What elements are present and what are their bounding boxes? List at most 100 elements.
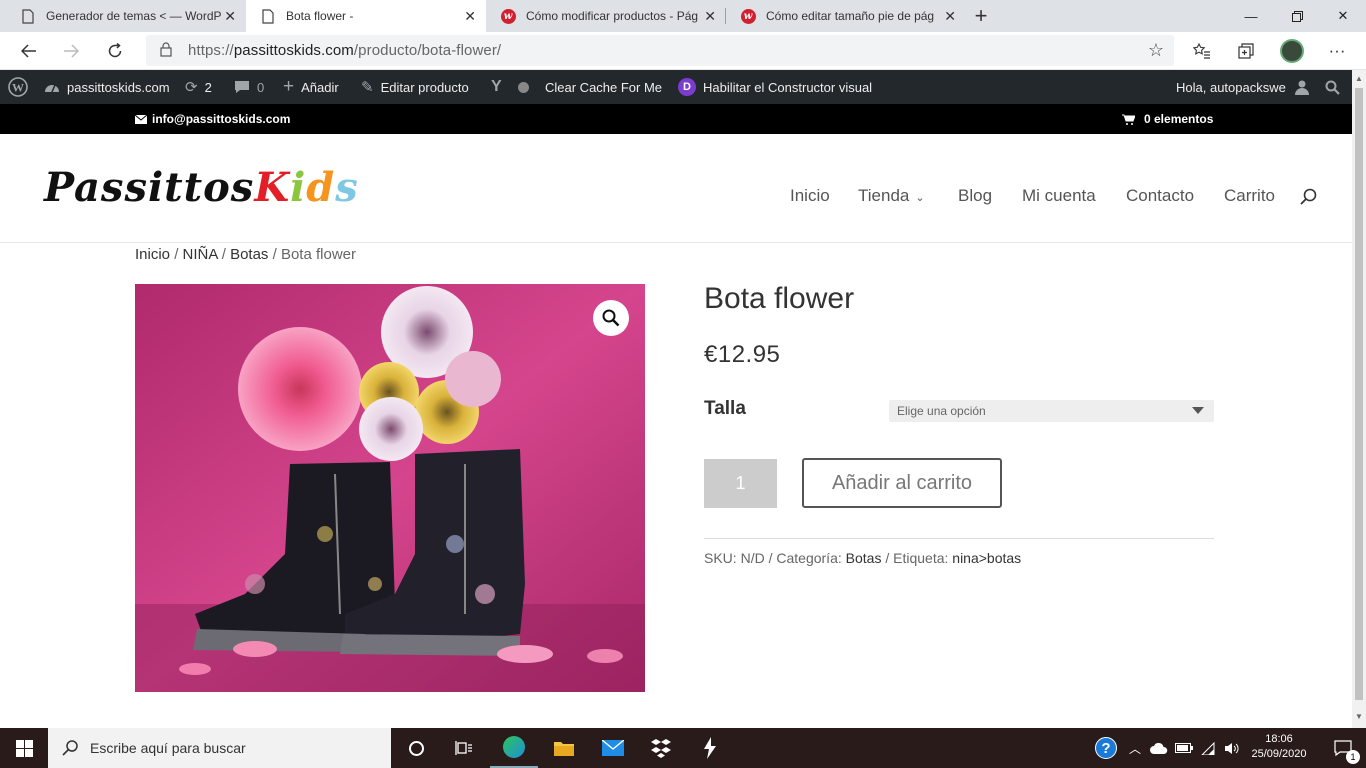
refresh-icon[interactable] [100, 36, 130, 66]
zoom-magnifier-button[interactable] [593, 300, 629, 336]
back-arrow-icon[interactable] [14, 36, 44, 66]
plus-icon: + [283, 76, 295, 97]
breadcrumb-inicio[interactable]: Inicio [135, 246, 170, 263]
product-image[interactable] [135, 284, 645, 692]
talla-select[interactable]: Elige una opción [889, 400, 1214, 422]
tab-generador-temas[interactable]: Generador de temas < — WordP ✕ [6, 0, 246, 32]
main-header: PassittosKids Inicio Tienda ⌄ Blog Mi cue… [0, 134, 1352, 243]
talla-label: Talla [704, 398, 746, 419]
add-new-link[interactable]: + Añadir [283, 70, 339, 104]
close-tab-icon[interactable]: ✕ [464, 8, 476, 24]
email-link[interactable]: info@passittoskids.com [135, 112, 290, 126]
breadcrumb-nina[interactable]: NIÑA [183, 246, 218, 263]
mail-icon[interactable] [589, 728, 637, 768]
category-link[interactable]: Botas [846, 550, 882, 566]
battery-icon[interactable] [1172, 728, 1196, 768]
new-tab-button[interactable]: + [970, 4, 992, 28]
close-window-button[interactable]: ✕ [1320, 0, 1366, 32]
nav-carrito[interactable]: Carrito [1224, 186, 1275, 206]
updates-link[interactable]: ⟳ 2 [185, 70, 212, 104]
minimize-button[interactable]: — [1228, 0, 1274, 32]
close-tab-icon[interactable]: ✕ [704, 8, 716, 24]
talla-select-value: Elige una opción [897, 404, 986, 418]
tab-bota-flower[interactable]: Bota flower - ✕ [246, 0, 486, 32]
logo-text-kids: Kids [254, 164, 358, 211]
help-question-icon[interactable]: ? [1086, 728, 1126, 768]
yoast-seo-icon[interactable]: Y [491, 70, 502, 104]
cortana-circle-icon[interactable] [392, 728, 440, 768]
sku-value: N/D [740, 550, 765, 566]
tag-link[interactable]: nina>botas [952, 550, 1021, 566]
windows-start-icon[interactable] [0, 728, 48, 768]
quantity-input[interactable]: 1 [704, 459, 777, 508]
breadcrumb-botas[interactable]: Botas [230, 246, 268, 263]
admin-search-icon[interactable] [1325, 70, 1340, 104]
nav-mi-cuenta[interactable]: Mi cuenta [1022, 186, 1096, 206]
visual-builder-link[interactable]: D Habilitar el Constructor visual [678, 70, 872, 104]
close-tab-icon[interactable]: ✕ [224, 8, 236, 24]
wp-admin-bar: W passittoskids.com ⟳ 2 0 + Añadir ✎ Editar… [0, 70, 1352, 104]
scroll-up-arrow-icon[interactable]: ▲ [1355, 74, 1363, 83]
windows-taskbar: Escribe aquí para buscar ? ︿ 18:06 25/09… [0, 728, 1366, 768]
profile-avatar[interactable] [1277, 36, 1307, 66]
taskbar-search-box[interactable]: Escribe aquí para buscar [48, 728, 391, 768]
sku-label: SKU: [704, 550, 737, 566]
url-host: passittoskids.com [233, 42, 354, 59]
cart-icon [1122, 114, 1135, 125]
site-logo[interactable]: PassittosKids [44, 164, 359, 211]
nav-tienda[interactable]: Tienda ⌄ [858, 186, 925, 206]
more-options-icon[interactable]: ··· [1322, 36, 1352, 66]
top-header: info@passittoskids.com 0 elementos [0, 104, 1352, 134]
scroll-down-arrow-icon[interactable]: ▼ [1355, 712, 1363, 721]
browser-tab-strip: Generador de temas < — WordP ✕ Bota flow… [0, 0, 1366, 32]
wifi-icon[interactable] [1196, 728, 1220, 768]
url-text: https://passittoskids.com/producto/bota-… [188, 42, 501, 59]
favorites-list-icon[interactable] [1187, 36, 1217, 66]
system-clock[interactable]: 18:06 25/09/2020 [1248, 732, 1310, 762]
header-search-icon[interactable] [1300, 188, 1318, 211]
tab-modificar-productos[interactable]: w Cómo modificar productos - Pág ✕ [486, 0, 726, 32]
comments-link[interactable]: 0 [234, 70, 264, 104]
clear-cache-link[interactable]: Clear Cache For Me [545, 70, 662, 104]
tab-editar-tamano[interactable]: w Cómo editar tamaño pie de pág ✕ [726, 0, 966, 32]
notification-count-badge: 1 [1346, 750, 1360, 764]
tab-title: Generador de temas < — WordP [46, 9, 222, 23]
edge-browser-icon[interactable] [490, 728, 538, 768]
dropbox-icon[interactable] [637, 728, 685, 768]
user-avatar-icon [1294, 79, 1310, 95]
account-menu[interactable]: Hola, autopackswe [1176, 70, 1310, 104]
wordpress-logo-icon[interactable]: W [8, 70, 28, 104]
collections-icon[interactable] [1231, 36, 1261, 66]
restore-button[interactable] [1274, 0, 1320, 32]
site-name: passittoskids.com [67, 79, 170, 95]
logo-letter: K [254, 164, 291, 211]
nav-blog[interactable]: Blog [958, 186, 992, 206]
site-name-link[interactable]: passittoskids.com [44, 70, 170, 104]
onedrive-cloud-icon[interactable] [1146, 728, 1172, 768]
lock-icon[interactable] [160, 42, 172, 62]
page-scrollbar[interactable]: ▲ ▼ [1352, 70, 1366, 728]
scrollbar-thumb[interactable] [1355, 88, 1363, 700]
forward-arrow-icon[interactable] [56, 36, 86, 66]
nav-inicio[interactable]: Inicio [790, 186, 830, 206]
notifications-icon[interactable]: 1 [1320, 728, 1366, 768]
breadcrumb-separator: / [174, 246, 179, 263]
close-tab-icon[interactable]: ✕ [944, 8, 956, 24]
nav-contacto[interactable]: Contacto [1126, 186, 1194, 206]
breadcrumb-current: Bota flower [280, 246, 356, 263]
task-view-icon[interactable] [440, 728, 488, 768]
app-lightning-icon[interactable] [686, 728, 734, 768]
edit-product-link[interactable]: ✎ Editar producto [361, 70, 469, 104]
file-explorer-icon[interactable] [540, 728, 588, 768]
add-to-cart-button[interactable]: Añadir al carrito [802, 458, 1002, 508]
volume-icon[interactable] [1220, 728, 1244, 768]
favorite-star-icon[interactable]: ☆ [1148, 40, 1164, 61]
show-hidden-icons-icon[interactable]: ︿ [1124, 728, 1146, 768]
address-bar[interactable]: https://passittoskids.com/producto/bota-… [146, 35, 1174, 66]
w-logo-icon: w [500, 8, 516, 24]
header-cart-link[interactable]: 0 elementos [1122, 112, 1213, 126]
url-path: /producto/bota-flower/ [353, 42, 502, 59]
comments-count: 0 [257, 79, 265, 95]
envelope-icon [135, 114, 147, 124]
comment-icon [234, 80, 250, 94]
